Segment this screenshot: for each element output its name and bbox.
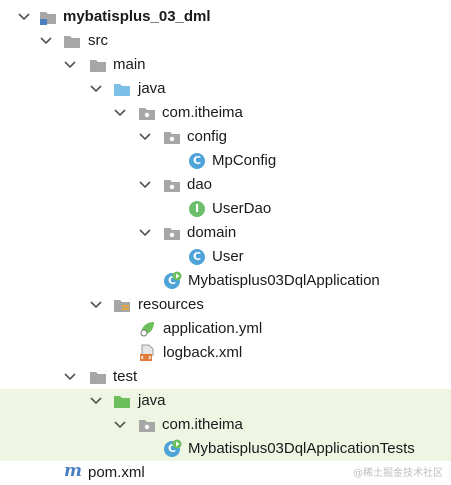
package-icon [164,132,180,144]
watermark: @稀土掘金技术社区 [353,468,443,479]
tree-item-label: mybatisplus_03_dml [63,8,211,25]
tree-row-dao[interactable]: dao [0,173,451,197]
tree-item-label: resources [138,296,204,313]
tree-row-main[interactable]: main [0,53,451,77]
tree-row-package[interactable]: com.itheima [0,101,451,125]
interface-glyph: I [189,201,205,217]
tree-item-label: User [212,248,244,265]
resources-folder-icon [114,300,130,312]
class-icon: C [188,152,206,170]
tree-item-label: domain [187,224,237,241]
tree-item-label: java [138,80,166,97]
tree-item-label: src [88,32,108,49]
package-icon [164,228,180,240]
tree-row-application-tests[interactable]: C Mybatisplus03DqlApplicationTests [0,437,451,461]
tree-row-logback[interactable]: logback.xml [0,341,451,365]
chevron-down-icon[interactable] [63,370,77,384]
tree-item-label: application.yml [163,320,263,337]
folder-icon [64,36,80,48]
tree-row-userdao[interactable]: I UserDao [0,197,451,221]
tree-item-label: dao [187,176,213,193]
tree-item-label: Mybatisplus03DqlApplication [188,272,380,289]
chevron-down-icon[interactable] [89,298,103,312]
chevron-down-icon[interactable] [63,58,77,72]
tree-row-test[interactable]: test [0,365,451,389]
class-glyph: C [189,249,205,265]
tree-row-domain[interactable]: domain [0,221,451,245]
maven-glyph: m [64,461,82,481]
tree-item-label: Mybatisplus03DqlApplicationTests [188,440,415,457]
tree-item-label: com.itheima [162,104,243,121]
tree-row-src[interactable]: src [0,29,451,53]
class-glyph: C [189,153,205,169]
tree-row-mpconfig[interactable]: C MpConfig [0,149,451,173]
folder-icon [90,372,106,384]
tree-row-test-package[interactable]: com.itheima [0,413,451,437]
tree-row-module[interactable]: mybatisplus_03_dml [0,5,451,29]
tree-row-resources[interactable]: resources [0,293,451,317]
tree-item-label: MpConfig [212,152,277,169]
spring-boot-class-icon: C [163,271,182,290]
xml-file-icon [140,344,154,361]
tree-row-application-yml[interactable]: application.yml [0,317,451,341]
project-tree: mybatisplus_03_dml src main java com.ith… [0,0,451,485]
chevron-down-icon[interactable] [89,394,103,408]
maven-icon: m [63,461,82,482]
chevron-down-icon[interactable] [17,10,31,24]
chevron-down-icon[interactable] [138,178,152,192]
test-class-icon: C [163,439,182,458]
package-icon [164,180,180,192]
chevron-down-icon[interactable] [89,82,103,96]
tree-item-label: test [113,368,138,385]
run-badge-icon [172,439,182,449]
tree-row-user[interactable]: C User [0,245,451,269]
tree-item-label: com.itheima [162,416,243,433]
tree-item-label: pom.xml [88,464,145,481]
chevron-down-icon[interactable] [113,106,127,120]
test-source-folder-icon [114,396,130,408]
source-root-folder-icon [114,84,130,96]
folder-icon [90,60,106,72]
tree-item-label: logback.xml [163,344,243,361]
class-icon: C [188,248,206,266]
run-badge-icon [172,271,182,281]
spring-config-icon [140,322,154,337]
package-icon [139,108,155,120]
tree-item-label: java [138,392,166,409]
tree-item-label: config [187,128,228,145]
tree-item-label: UserDao [212,200,272,217]
tree-row-application[interactable]: C Mybatisplus03DqlApplication [0,269,451,293]
chevron-down-icon[interactable] [138,130,152,144]
tree-row-config[interactable]: config [0,125,451,149]
tree-row-main-java[interactable]: java [0,77,451,101]
package-icon [139,420,155,432]
interface-icon: I [188,200,206,218]
tree-row-test-java[interactable]: java [0,389,451,413]
chevron-down-icon[interactable] [39,34,53,48]
chevron-down-icon[interactable] [138,226,152,240]
tree-item-label: main [113,56,146,73]
module-folder-icon [40,12,56,25]
chevron-down-icon[interactable] [113,418,127,432]
